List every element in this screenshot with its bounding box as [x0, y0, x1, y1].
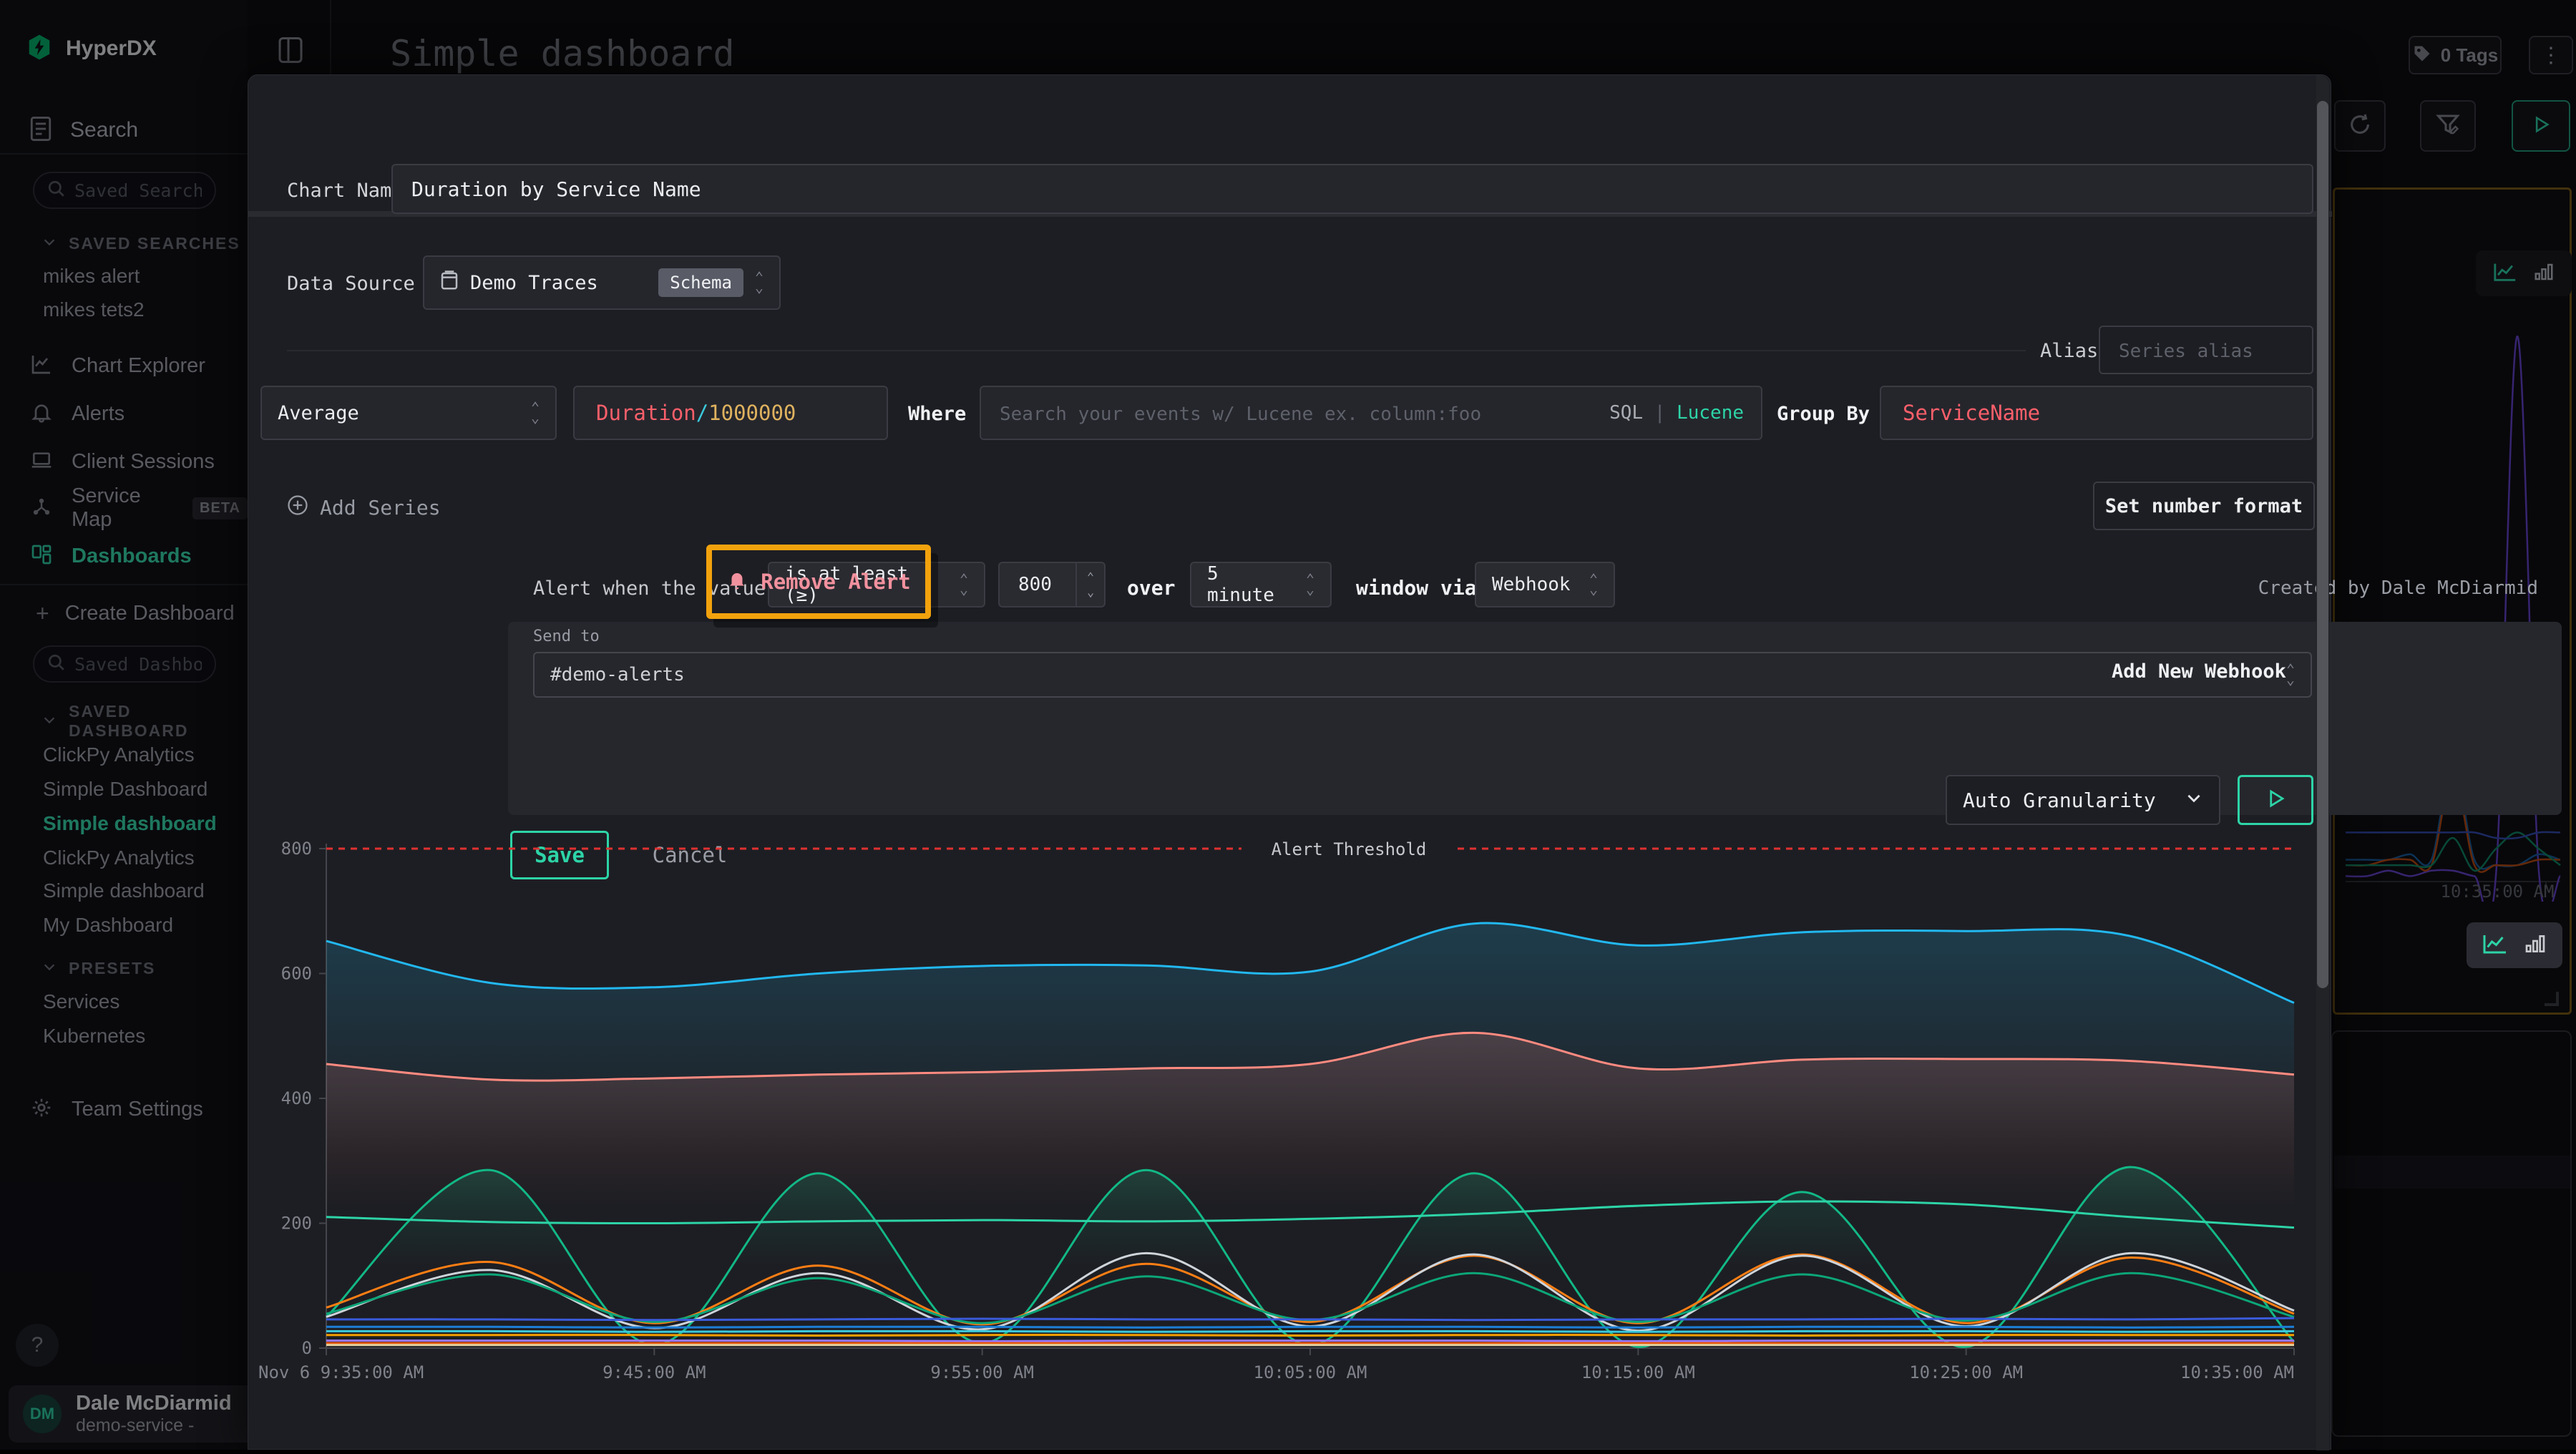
group-by-label: Group By — [1777, 403, 1870, 425]
chevron-down-icon — [2185, 789, 2203, 812]
alert-over-label: over — [1127, 576, 1175, 600]
svg-text:600: 600 — [281, 964, 312, 984]
svg-text:0: 0 — [302, 1338, 312, 1358]
scrollbar-thumb[interactable] — [2317, 101, 2328, 988]
svg-text:10:35:00 AM: 10:35:00 AM — [2180, 1362, 2294, 1382]
svg-text:800: 800 — [281, 839, 312, 859]
alert-window-select[interactable]: 5 minute ⌃⌃ — [1190, 562, 1332, 608]
select-chevrons-icon: ⌃⌃ — [960, 573, 968, 596]
edit-chart-modal: Line/Bar Table 123 Number Search Markdow… — [248, 74, 2331, 1450]
alert-via-label: window via — [1356, 576, 1477, 600]
alias-label: Alias — [2040, 340, 2098, 362]
select-chevrons-icon: ⌃⌃ — [531, 401, 540, 424]
alert-channel-select[interactable]: Webhook ⌃⌃ — [1475, 562, 1615, 608]
send-to-label: Send to — [533, 628, 600, 645]
field-expression-input[interactable]: Duration/1000000 — [573, 386, 888, 440]
svg-text:10:25:00 AM: 10:25:00 AM — [1909, 1362, 2023, 1382]
select-chevrons-icon: ⌃⌃ — [2286, 663, 2295, 686]
data-source-label: Data Source — [287, 273, 415, 295]
where-label: Where — [908, 403, 966, 425]
series-divider — [287, 350, 2026, 351]
svg-text:200: 200 — [281, 1214, 312, 1234]
aggregation-select[interactable]: Average ⌃⌃ — [260, 386, 557, 440]
add-new-webhook-button[interactable]: Add New Webhook — [2112, 660, 2286, 683]
alert-threshold-input[interactable]: ⌃⌃ — [998, 562, 1106, 608]
svg-text:Alert Threshold: Alert Threshold — [1272, 839, 1427, 859]
created-by-label: Created by Dale McDiarmid — [1966, 577, 2538, 599]
modal-scrollbar[interactable] — [2316, 75, 2329, 1450]
number-stepper[interactable]: ⌃⌃ — [1075, 563, 1104, 606]
plus-circle-icon — [287, 494, 308, 521]
play-icon — [2265, 788, 2286, 813]
data-source-select[interactable]: Demo Traces Schema ⌃⌃ — [423, 255, 781, 310]
svg-text:9:45:00 AM: 9:45:00 AM — [602, 1362, 706, 1382]
set-number-format-button[interactable]: Set number format — [2093, 482, 2315, 530]
svg-text:10:05:00 AM: 10:05:00 AM — [1254, 1362, 1367, 1382]
preview-chart: 0 200 400 600 800 Nov 6 9:35:00 AM 9:45:00 AM 9… — [248, 816, 2332, 1450]
lucene-option[interactable]: Lucene — [1677, 402, 1744, 424]
query-language-switch[interactable]: SQL | Lucene — [1609, 402, 1761, 424]
svg-text:10:15:00 AM: 10:15:00 AM — [1581, 1362, 1695, 1382]
data-source-value: Demo Traces — [470, 272, 647, 294]
app-root: HyperDX Search SAVED SEARCHES mikes aler… — [0, 0, 2576, 1450]
expr-op: / — [696, 401, 708, 425]
where-input[interactable]: SQL | Lucene — [980, 386, 1762, 440]
expr-field: Duration — [596, 401, 696, 425]
schema-badge: Schema — [658, 268, 743, 297]
select-chevrons-icon: ⌃⌃ — [1589, 573, 1598, 596]
expr-value: 1000000 — [708, 401, 796, 425]
svg-text:9:55:00 AM: 9:55:00 AM — [930, 1362, 1034, 1382]
alias-input[interactable] — [2099, 326, 2313, 374]
chart-name-input[interactable] — [391, 164, 2313, 214]
remove-alert-highlight: Remove Alert — [706, 545, 931, 619]
select-chevrons-icon: ⌃⌃ — [1306, 573, 1314, 596]
svg-text:400: 400 — [281, 1088, 312, 1108]
remove-alert-button[interactable]: Remove Alert — [761, 570, 911, 594]
bar-chart-icon — [2524, 932, 2547, 959]
database-icon — [440, 270, 459, 296]
svg-text:Nov 6 9:35:00 AM: Nov 6 9:35:00 AM — [258, 1362, 424, 1382]
send-to-select[interactable]: #demo-alerts ⌃⌃ — [533, 652, 2312, 698]
line-chart-icon — [2482, 932, 2508, 959]
chart-type-toggle[interactable] — [2467, 922, 2562, 968]
add-series-button[interactable]: Add Series — [287, 494, 441, 521]
group-by-input[interactable]: ServiceName — [1880, 386, 2313, 440]
chart-name-label: Chart Name — [287, 180, 404, 202]
bell-icon — [726, 569, 748, 595]
select-chevrons-icon: ⌃⌃ — [755, 271, 763, 294]
